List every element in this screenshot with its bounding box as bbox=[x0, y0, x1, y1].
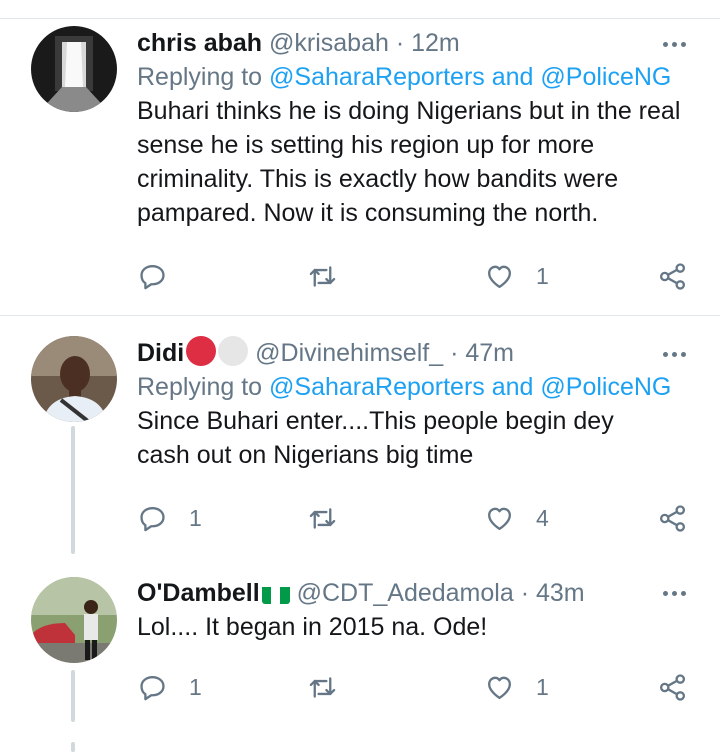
reply-button[interactable]: 1 bbox=[137, 669, 202, 705]
tweet-actions: 1 bbox=[137, 258, 697, 294]
replying-to-links[interactable]: @SaharaReporters and @PoliceNG bbox=[269, 63, 671, 91]
tweet-header: O'Dambell @CDT_Adedamola · 43m bbox=[137, 579, 585, 607]
tweet-item[interactable]: Didi @Divinehimself_ · 47m Replying to @… bbox=[0, 316, 720, 556]
handle[interactable]: @krisabah bbox=[269, 29, 389, 57]
share-button[interactable] bbox=[657, 500, 688, 536]
thread-line bbox=[71, 426, 75, 554]
retweet-icon bbox=[309, 507, 336, 529]
avatar[interactable] bbox=[31, 336, 117, 422]
retweet-button[interactable] bbox=[307, 258, 359, 294]
replying-to-links[interactable]: @SaharaReporters and @PoliceNG bbox=[269, 373, 671, 401]
tweet-actions: 1 4 bbox=[137, 500, 697, 536]
reply-button[interactable] bbox=[137, 258, 189, 294]
handle[interactable]: @CDT_Adedamola bbox=[297, 579, 514, 607]
reply-button[interactable]: 1 bbox=[137, 500, 202, 536]
tweet-text: Buhari thinks he is doing Nigerians but … bbox=[137, 97, 681, 227]
tweet-text: Since Buhari enter....This people begin … bbox=[137, 407, 614, 469]
retweet-button[interactable] bbox=[307, 669, 359, 705]
share-button[interactable] bbox=[657, 669, 688, 705]
like-button[interactable]: 1 bbox=[484, 669, 549, 705]
thread-line bbox=[71, 742, 75, 752]
retweet-button[interactable] bbox=[307, 500, 359, 536]
replying-to: Replying to @SaharaReporters and @Police… bbox=[137, 373, 672, 401]
red-circle-emoji bbox=[186, 336, 217, 366]
share-icon bbox=[659, 262, 686, 290]
like-button[interactable]: 1 bbox=[484, 258, 549, 294]
share-icon bbox=[659, 504, 686, 532]
tweet-item[interactable]: O'Dambell @CDT_Adedamola · 43m Lol.... I… bbox=[0, 560, 720, 752]
like-button[interactable]: 4 bbox=[484, 500, 549, 536]
white-circle-emoji bbox=[218, 336, 249, 366]
tweet-header: Didi @Divinehimself_ · 47m bbox=[137, 336, 700, 370]
display-name[interactable]: O'Dambell bbox=[137, 579, 260, 607]
timestamp[interactable]: 47m bbox=[465, 339, 514, 367]
timestamp[interactable]: 43m bbox=[536, 579, 585, 607]
like-icon bbox=[488, 507, 511, 530]
tweet-item[interactable]: chris abah @krisabah · 12m Replying to @… bbox=[0, 0, 720, 316]
reply-icon bbox=[140, 675, 165, 700]
nigeria-flag-emoji bbox=[261, 583, 290, 604]
like-icon bbox=[488, 676, 511, 699]
reply-icon bbox=[140, 506, 165, 531]
tweet-header: chris abah @krisabah · 12m bbox=[137, 29, 460, 57]
avatar[interactable] bbox=[31, 26, 117, 112]
display-name[interactable]: chris abah bbox=[137, 29, 262, 57]
display-name[interactable]: Didi bbox=[137, 339, 184, 367]
share-button[interactable] bbox=[657, 258, 688, 294]
like-icon bbox=[488, 265, 511, 288]
thread-line bbox=[71, 670, 75, 722]
retweet-icon bbox=[309, 676, 336, 698]
reply-icon bbox=[140, 264, 165, 289]
share-icon bbox=[659, 673, 686, 701]
replying-to: Replying to @SaharaReporters and @Police… bbox=[137, 63, 672, 91]
tweet-text: Lol.... It began in 2015 na. Ode! bbox=[137, 613, 488, 641]
avatar[interactable] bbox=[31, 577, 117, 663]
timestamp[interactable]: 12m bbox=[411, 29, 460, 57]
tweet-actions: 1 1 bbox=[137, 669, 697, 705]
handle[interactable]: @Divinehimself_ bbox=[255, 339, 443, 367]
retweet-icon bbox=[309, 265, 336, 287]
